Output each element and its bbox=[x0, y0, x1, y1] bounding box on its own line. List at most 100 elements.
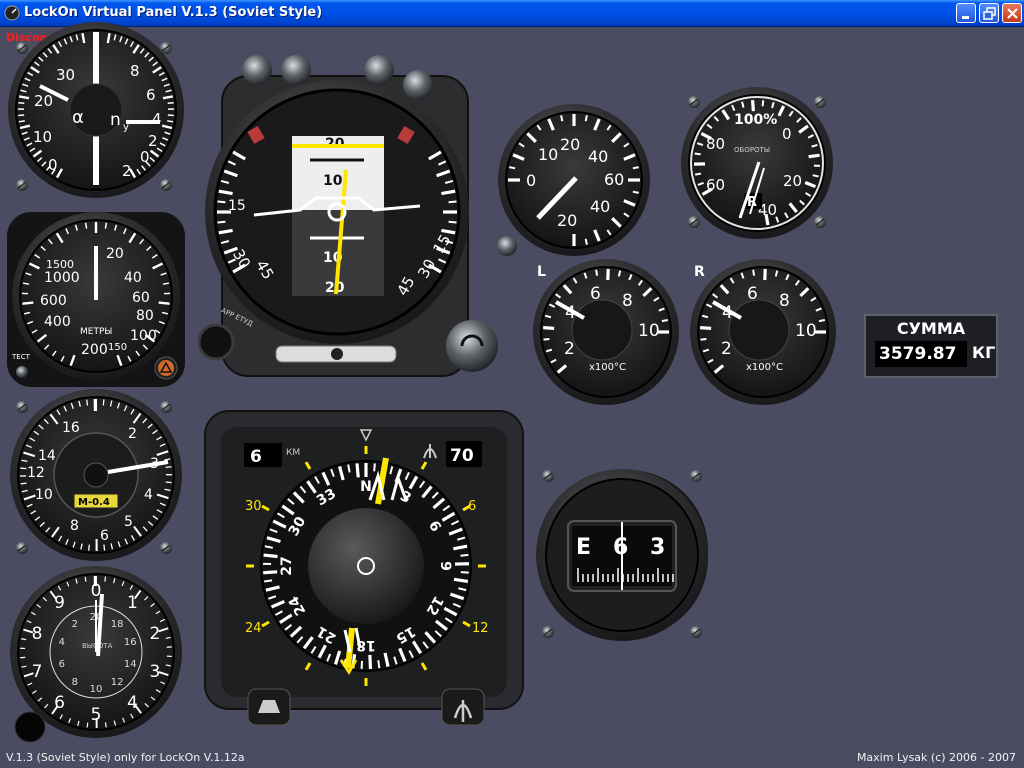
vvi-label-40-top: 40 bbox=[588, 147, 608, 166]
tick-mark bbox=[21, 638, 27, 641]
tick-mark bbox=[584, 238, 588, 245]
radalt-label-400: 400 bbox=[44, 314, 71, 330]
egtr-label-8: 8 bbox=[779, 291, 790, 311]
adi-cage-knob bbox=[197, 323, 235, 361]
ny-symbol: n bbox=[110, 110, 121, 130]
baro-inner-label: 4 bbox=[59, 637, 65, 648]
tick-mark bbox=[165, 466, 172, 469]
baro-outer-label: 2 bbox=[150, 624, 161, 644]
aoa-g-gauge: α n y 30 20 10 0 8 6 4 2 0 2 bbox=[8, 22, 184, 198]
baro-outer-label: 9 bbox=[54, 593, 65, 613]
tick-mark bbox=[18, 102, 25, 105]
vvi-label-0: 0 bbox=[526, 171, 536, 190]
ias-label-4: 4 bbox=[144, 487, 153, 503]
tick-mark bbox=[632, 166, 639, 170]
tick-mark bbox=[377, 660, 381, 669]
tick-mark bbox=[761, 100, 765, 107]
tick-mark bbox=[158, 301, 170, 305]
ias-label-14: 14 bbox=[38, 448, 56, 464]
mach-readout: М-0.4 bbox=[78, 497, 110, 508]
adi-knob-3 bbox=[364, 55, 394, 85]
radalt-label-60: 60 bbox=[132, 290, 150, 306]
egtr-label-6: 6 bbox=[747, 284, 758, 304]
tick-mark bbox=[632, 190, 639, 194]
tick-mark bbox=[86, 399, 89, 406]
tick-mark bbox=[460, 571, 469, 574]
hsi-distance: 6 bbox=[250, 447, 262, 467]
adi-reset-knob bbox=[446, 320, 498, 372]
radalt-label-20: 20 bbox=[106, 246, 124, 262]
aoa-label-10: 10 bbox=[33, 128, 52, 146]
instrument-panel: α n y 30 20 10 0 8 6 4 2 0 2 1500 1000 6… bbox=[7, 22, 836, 743]
baro-outer-label: 8 bbox=[32, 624, 43, 644]
ias-label-10: 10 bbox=[35, 487, 53, 503]
rpm-label-100: 100% bbox=[734, 112, 777, 128]
g-label-neg2: 2 bbox=[122, 162, 132, 180]
tick-mark bbox=[448, 220, 457, 224]
ias-label-5: 5 bbox=[124, 514, 133, 530]
tick-mark bbox=[661, 318, 669, 323]
hsi: N3691215182124273033 6 КМ 70 30 6 24 12 bbox=[204, 410, 524, 726]
rpm-label-60: 60 bbox=[706, 176, 725, 194]
tick-mark bbox=[509, 166, 516, 170]
tick-mark bbox=[167, 102, 174, 105]
tick-mark bbox=[694, 152, 701, 156]
baro-inner-label: 10 bbox=[90, 684, 103, 695]
vvi-label-20-bot: 20 bbox=[557, 211, 577, 230]
tick-mark bbox=[453, 577, 469, 584]
tick-mark bbox=[84, 576, 87, 582]
baro-knob bbox=[14, 711, 46, 743]
rpm-label-0: 0 bbox=[782, 125, 792, 143]
ias-label-8: 8 bbox=[70, 518, 79, 534]
tick-mark bbox=[752, 269, 756, 276]
tick-mark bbox=[543, 326, 555, 330]
tick-mark bbox=[543, 337, 550, 341]
g-label-4: 4 bbox=[152, 110, 162, 128]
tick-mark bbox=[217, 220, 226, 224]
tick-mark bbox=[217, 200, 226, 204]
tick-mark bbox=[595, 269, 599, 276]
egt-left-side: L bbox=[537, 264, 546, 280]
baro-inner-label: 16 bbox=[124, 637, 137, 648]
egtl-label-10: 10 bbox=[638, 321, 660, 341]
tick-mark bbox=[20, 482, 27, 485]
egtl-label-6: 6 bbox=[590, 284, 601, 304]
tick-mark bbox=[448, 200, 457, 204]
tick-mark bbox=[20, 467, 27, 470]
tick-mark bbox=[22, 301, 34, 305]
tick-mark bbox=[751, 100, 755, 112]
baro-outer-label: 6 bbox=[54, 693, 65, 713]
aoa-label-0: 0 bbox=[48, 156, 58, 174]
adi-knob-2 bbox=[281, 55, 311, 85]
egt-right-unit: x100°C bbox=[746, 362, 783, 373]
egtl-label-8: 8 bbox=[622, 291, 633, 311]
tick-mark bbox=[560, 115, 564, 122]
radar-altimeter: 1500 1000 600 400 20 40 60 80 100 200 15… bbox=[7, 212, 185, 387]
radalt-label-40: 40 bbox=[124, 270, 142, 286]
compass-digit-2: 3 bbox=[650, 535, 665, 560]
adi-pitch-label-10a: 10 bbox=[323, 173, 343, 189]
adi-bank-label-15L: 15 bbox=[228, 198, 246, 214]
vvi-label-10-top: 10 bbox=[538, 145, 558, 164]
egt-left-gauge: L 2 4 6 8 10 x100°C bbox=[533, 259, 679, 405]
radalt-test-button bbox=[16, 366, 28, 378]
vvi-label-20-top: 20 bbox=[560, 135, 580, 154]
tick-mark bbox=[104, 722, 107, 728]
baro-inner-label: 12 bbox=[111, 677, 124, 688]
tick-mark bbox=[347, 464, 351, 473]
hsi-outer-12: 12 bbox=[472, 621, 489, 636]
ias-label-12: 12 bbox=[27, 465, 45, 481]
g-label-8: 8 bbox=[130, 62, 140, 80]
tick-mark bbox=[264, 579, 273, 583]
adi-knob-1 bbox=[242, 55, 272, 85]
tick-mark bbox=[104, 222, 108, 229]
baro-outer-label: 5 bbox=[91, 705, 102, 725]
egt-left-unit: x100°C bbox=[589, 362, 626, 373]
baro-outer-label: 1 bbox=[127, 593, 138, 613]
tick-mark bbox=[18, 120, 25, 123]
egtr-label-10: 10 bbox=[795, 321, 817, 341]
footer-copyright: Maxim Lysak (c) 2006 - 2007 bbox=[856, 751, 1016, 764]
fuel-total-label: СУММА bbox=[896, 319, 966, 338]
tick-mark bbox=[165, 481, 172, 484]
ias-label-16: 16 bbox=[62, 420, 80, 436]
